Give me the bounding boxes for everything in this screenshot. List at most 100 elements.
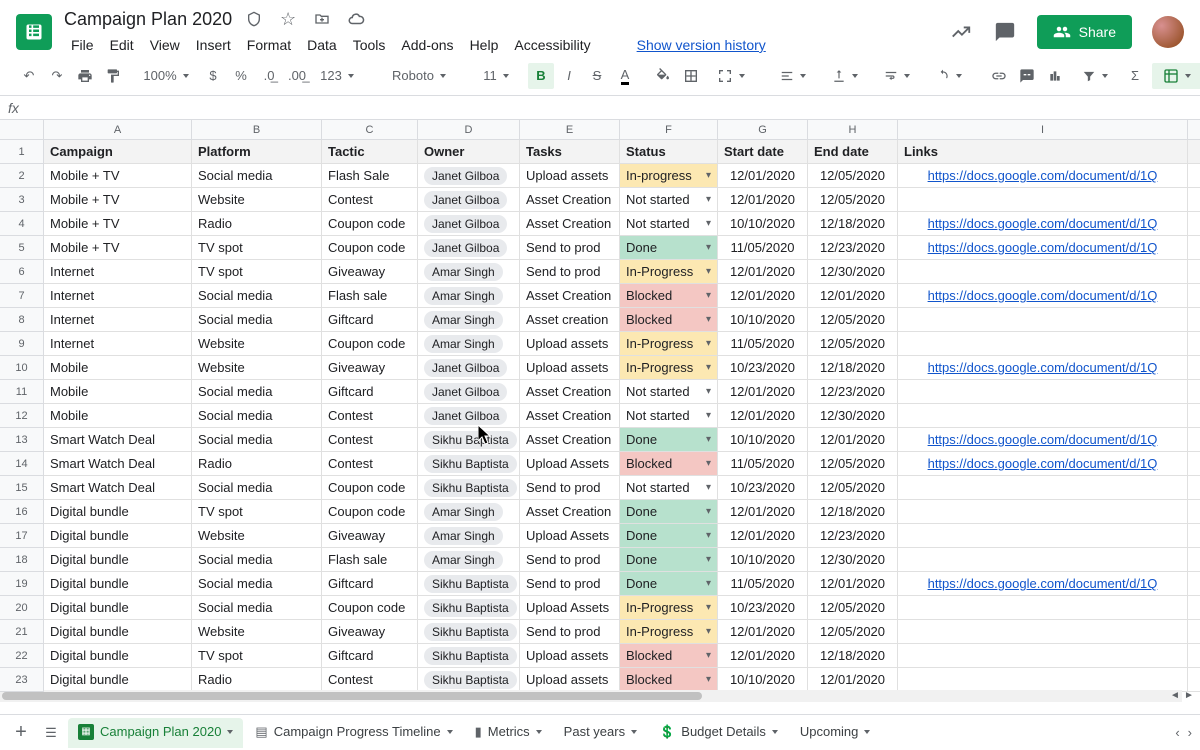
sheet-tab[interactable]: ▦Campaign Plan 2020	[68, 718, 243, 748]
cell[interactable]: Social media	[192, 428, 322, 451]
menu-edit[interactable]: Edit	[103, 33, 141, 57]
cell[interactable]: Digital bundle	[44, 572, 192, 595]
cell[interactable]: 12/23/2020	[808, 524, 898, 547]
cell[interactable]: Social media	[192, 404, 322, 427]
cell[interactable]: 12/30/2020	[808, 548, 898, 571]
row-header[interactable]: 17	[0, 524, 43, 548]
cell[interactable]: Upload Assets	[520, 452, 620, 475]
cell[interactable]: Send to prod	[520, 236, 620, 259]
row-header[interactable]: 23	[0, 668, 43, 692]
cell[interactable]	[898, 620, 1188, 643]
cell[interactable]: 12/01/2020	[718, 164, 808, 187]
font-dropdown[interactable]: Roboto	[374, 63, 464, 89]
cell[interactable]: Mobile + TV	[44, 236, 192, 259]
sheet-tab[interactable]: Upcoming	[790, 718, 881, 748]
filter-button[interactable]	[1070, 63, 1120, 89]
row-header[interactable]: 7	[0, 284, 43, 308]
cell[interactable]: Mobile + TV	[44, 212, 192, 235]
cell[interactable]: Asset Creation	[520, 500, 620, 523]
cell[interactable]: Flash sale	[322, 548, 418, 571]
cell[interactable]: https://docs.google.com/document/d/1Q	[898, 452, 1188, 475]
cell[interactable]	[898, 308, 1188, 331]
print-button[interactable]	[72, 63, 98, 89]
cell[interactable]: 12/30/2020	[808, 260, 898, 283]
cell[interactable]: Smart Watch Deal	[44, 452, 192, 475]
cell[interactable]: Digital bundle	[44, 548, 192, 571]
cell[interactable]: https://docs.google.com/document/d/1Q	[898, 212, 1188, 235]
column-header[interactable]: D	[418, 120, 520, 139]
horizontal-scrollbar[interactable]	[0, 690, 1182, 702]
cell[interactable]: Janet Gilboa	[418, 380, 520, 403]
cell[interactable]: Social media	[192, 164, 322, 187]
undo-button[interactable]: ↶	[16, 63, 42, 89]
cell[interactable]: Asset Creation	[520, 212, 620, 235]
sheet-tab[interactable]: 💲Budget Details	[649, 718, 788, 748]
row-header[interactable]: 19	[0, 572, 43, 596]
cell[interactable]: TV spot	[192, 644, 322, 667]
cell[interactable]: Sikhu Baptista	[418, 644, 520, 667]
owner-chip[interactable]: Amar Singh	[424, 551, 503, 569]
cell[interactable]: Mobile + TV	[44, 164, 192, 187]
owner-chip[interactable]: Sikhu Baptista	[424, 455, 517, 473]
cell[interactable]: 12/01/2020	[718, 260, 808, 283]
cell[interactable]: https://docs.google.com/document/d/1Q	[898, 356, 1188, 379]
row-header[interactable]: 18	[0, 548, 43, 572]
cell[interactable]: Digital bundle	[44, 620, 192, 643]
row-header[interactable]: 9	[0, 332, 43, 356]
owner-chip[interactable]: Sikhu Baptista	[424, 431, 517, 449]
cell[interactable]	[898, 500, 1188, 523]
decrease-decimal-button[interactable]: .0̲	[256, 63, 282, 89]
cell[interactable]: Radio	[192, 212, 322, 235]
cell[interactable]: 10/10/2020	[718, 308, 808, 331]
cell[interactable]: Janet Gilboa	[418, 164, 520, 187]
cell[interactable]: Social media	[192, 284, 322, 307]
cell[interactable]: 10/23/2020	[718, 356, 808, 379]
cell[interactable]: 12/23/2020	[808, 380, 898, 403]
cell[interactable]: 12/18/2020	[808, 644, 898, 667]
cell[interactable]: 12/05/2020	[808, 164, 898, 187]
column-header[interactable]: E	[520, 120, 620, 139]
cell[interactable]: Amar Singh	[418, 524, 520, 547]
menu-file[interactable]: File	[64, 33, 101, 57]
row-header[interactable]: 3	[0, 188, 43, 212]
cell[interactable]: Contest	[322, 428, 418, 451]
cell[interactable]: Upload Assets	[520, 596, 620, 619]
owner-chip[interactable]: Janet Gilboa	[424, 191, 507, 209]
row-header[interactable]: 2	[0, 164, 43, 188]
cell[interactable]: 12/01/2020	[718, 380, 808, 403]
row-header[interactable]: 14	[0, 452, 43, 476]
tab-prev-button[interactable]: ‹	[1175, 725, 1179, 740]
currency-button[interactable]: $	[200, 63, 226, 89]
cell[interactable]: Janet Gilboa	[418, 212, 520, 235]
menu-add-ons[interactable]: Add-ons	[394, 33, 460, 57]
owner-chip[interactable]: Amar Singh	[424, 503, 503, 521]
cell[interactable]: Giveaway	[322, 524, 418, 547]
cell[interactable]: Amar Singh	[418, 548, 520, 571]
cell[interactable]: Website	[192, 188, 322, 211]
cell[interactable]: 10/10/2020	[718, 428, 808, 451]
cell[interactable]: Giveaway	[322, 260, 418, 283]
cell[interactable]: Send to prod	[520, 572, 620, 595]
column-header[interactable]: C	[322, 120, 418, 139]
row-header[interactable]: 21	[0, 620, 43, 644]
tab-next-button[interactable]: ›	[1188, 725, 1192, 740]
cell[interactable]: 12/05/2020	[808, 332, 898, 355]
cell[interactable]: Internet	[44, 284, 192, 307]
cell[interactable]: Asset Creation	[520, 404, 620, 427]
menu-data[interactable]: Data	[300, 33, 344, 57]
column-header[interactable]: H	[808, 120, 898, 139]
cell[interactable]: Website	[192, 620, 322, 643]
owner-chip[interactable]: Janet Gilboa	[424, 383, 507, 401]
cell[interactable]: 10/10/2020	[718, 212, 808, 235]
cell[interactable]: Sikhu Baptista	[418, 476, 520, 499]
cell[interactable]: Flash Sale	[322, 164, 418, 187]
activity-icon[interactable]	[949, 20, 973, 44]
owner-chip[interactable]: Sikhu Baptista	[424, 599, 517, 617]
owner-chip[interactable]: Amar Singh	[424, 527, 503, 545]
cell[interactable]: Send to prod	[520, 476, 620, 499]
move-folder-icon[interactable]	[310, 7, 334, 31]
owner-chip[interactable]: Sikhu Baptista	[424, 671, 517, 689]
cell[interactable]: 12/01/2020	[718, 524, 808, 547]
cell[interactable]: Social media	[192, 596, 322, 619]
owner-chip[interactable]: Sikhu Baptista	[424, 479, 517, 497]
